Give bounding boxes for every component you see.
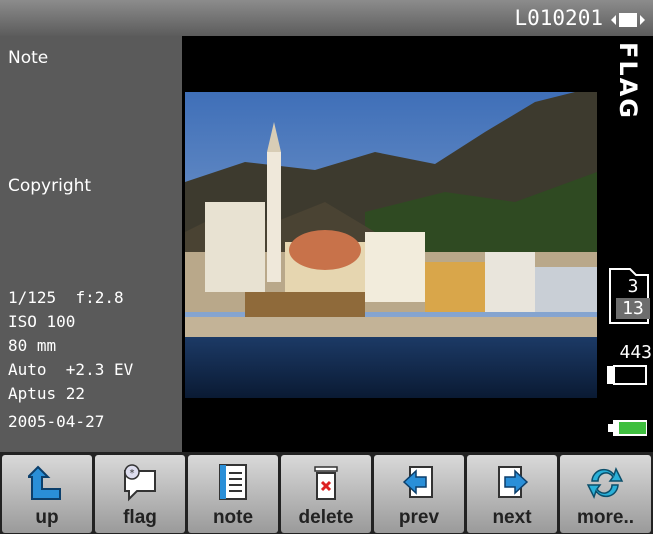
storage-icon	[607, 365, 647, 385]
note-label: Note	[8, 48, 49, 68]
top-bar: L010201	[0, 0, 653, 36]
note-button[interactable]: note	[188, 455, 278, 533]
shots-remaining: 443	[619, 342, 652, 363]
aperture-value: f:2.8	[75, 288, 124, 307]
shutter-value: 1/125	[8, 288, 57, 307]
focal-length-value: 80 mm	[8, 336, 57, 355]
svg-text:*: *	[130, 468, 135, 479]
prev-icon	[402, 466, 433, 498]
exposure-mode: Auto	[8, 360, 47, 379]
up-arrow-icon	[28, 465, 61, 500]
capture-date: 2005-04-27	[8, 412, 105, 431]
folder-current: 3	[627, 276, 639, 297]
prev-button[interactable]: prev	[374, 455, 464, 533]
trash-icon	[314, 466, 338, 500]
next-label: next	[492, 507, 532, 528]
ev-value: +2.3 EV	[65, 360, 134, 379]
prev-label: prev	[398, 507, 440, 528]
note-label: note	[212, 507, 254, 528]
battery-icon	[608, 420, 647, 436]
note-icon	[219, 464, 247, 500]
status-column: FLAG 3 13 443	[602, 36, 653, 452]
flag-button[interactable]: * flag	[95, 455, 185, 533]
next-icon	[498, 466, 529, 498]
up-button[interactable]: up	[2, 455, 92, 533]
back-model: Aptus 22	[8, 384, 86, 403]
copyright-label: Copyright	[8, 176, 92, 196]
exposure-row: 1/125 f:2.8	[8, 288, 124, 307]
delete-label: delete	[298, 507, 354, 528]
mode-row: Auto +2.3 EV	[8, 360, 133, 379]
flag-label: flag	[123, 507, 157, 528]
flag-indicator: FLAG	[614, 42, 642, 120]
folder-total: 13	[616, 298, 650, 319]
info-panel: Note Copyright 1/125 f:2.8 ISO 100 80 mm…	[0, 36, 182, 452]
photo-preview[interactable]	[185, 92, 597, 398]
flag-icon: *	[124, 464, 156, 502]
filename-label: L010201	[514, 6, 603, 30]
more-label: more..	[576, 507, 635, 528]
refresh-icon	[586, 467, 624, 499]
iso-value: ISO 100	[8, 312, 76, 331]
view-mode-icon[interactable]	[611, 9, 645, 31]
bottom-toolbar: up * flag note delete prev next more..	[0, 452, 653, 534]
next-button[interactable]: next	[467, 455, 557, 533]
delete-button[interactable]: delete	[281, 455, 371, 533]
up-label: up	[35, 507, 59, 528]
more-button[interactable]: more..	[560, 455, 651, 533]
